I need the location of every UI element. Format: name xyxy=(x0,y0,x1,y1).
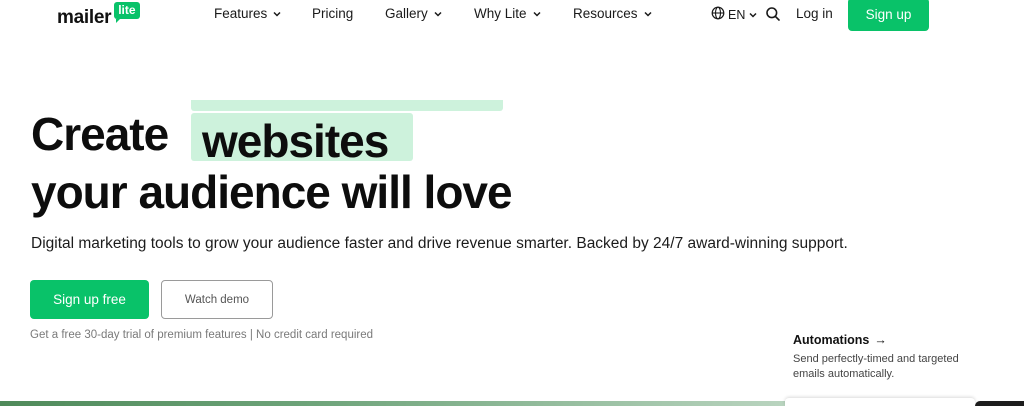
chevron-down-icon xyxy=(643,9,653,19)
feature-automations-link[interactable]: Automations → xyxy=(793,333,887,347)
trial-fineprint: Get a free 30-day trial of premium featu… xyxy=(30,329,374,341)
language-label: EN xyxy=(728,7,746,22)
chevron-down-icon xyxy=(433,9,443,19)
nav-why-lite[interactable]: Why Lite xyxy=(474,6,542,21)
nav-resources[interactable]: Resources xyxy=(573,6,653,21)
login-link[interactable]: Log in xyxy=(796,6,833,21)
nav-pricing[interactable]: Pricing xyxy=(312,6,353,21)
chevron-down-icon xyxy=(532,9,542,19)
signup-free-button[interactable]: Sign up free xyxy=(30,280,149,319)
hero-subtext: Digital marketing tools to grow your aud… xyxy=(31,235,848,252)
nav-resources-label: Resources xyxy=(573,6,638,21)
language-selector[interactable]: EN xyxy=(711,6,758,23)
nav-why-lite-label: Why Lite xyxy=(474,6,527,21)
nav-pricing-label: Pricing xyxy=(312,6,354,21)
rotating-word: websites xyxy=(202,115,389,167)
signup-button[interactable]: Sign up xyxy=(848,0,929,31)
logo-badge: lite xyxy=(114,2,140,23)
headline-word: Create xyxy=(31,108,169,160)
nav-gallery[interactable]: Gallery xyxy=(385,6,443,21)
logo-wordmark: mailer xyxy=(57,7,112,28)
watch-demo-button[interactable]: Watch demo xyxy=(161,280,273,319)
headline-line-2: your audience will love xyxy=(31,166,513,218)
feature-title: Automations xyxy=(793,333,870,347)
nav-features-label: Features xyxy=(214,6,268,21)
hero-image-edge xyxy=(0,401,785,406)
mailerlite-logo[interactable]: mailer lite xyxy=(57,2,140,28)
nav-gallery-label: Gallery xyxy=(385,6,428,21)
search-icon[interactable] xyxy=(765,6,781,22)
chevron-down-icon xyxy=(272,9,282,19)
rotating-word-highlight-previous xyxy=(191,100,503,111)
dark-panel-edge xyxy=(975,401,1024,406)
globe-icon xyxy=(711,6,725,23)
chevron-down-icon xyxy=(748,10,758,20)
feature-card-edge xyxy=(785,398,975,406)
site-header: mailer lite Features Pricing Gallery Why… xyxy=(0,0,1024,32)
arrow-right-icon: → xyxy=(874,333,887,347)
nav-features[interactable]: Features xyxy=(214,6,282,21)
feature-description: Send perfectly-timed and targeted emails… xyxy=(793,353,959,380)
